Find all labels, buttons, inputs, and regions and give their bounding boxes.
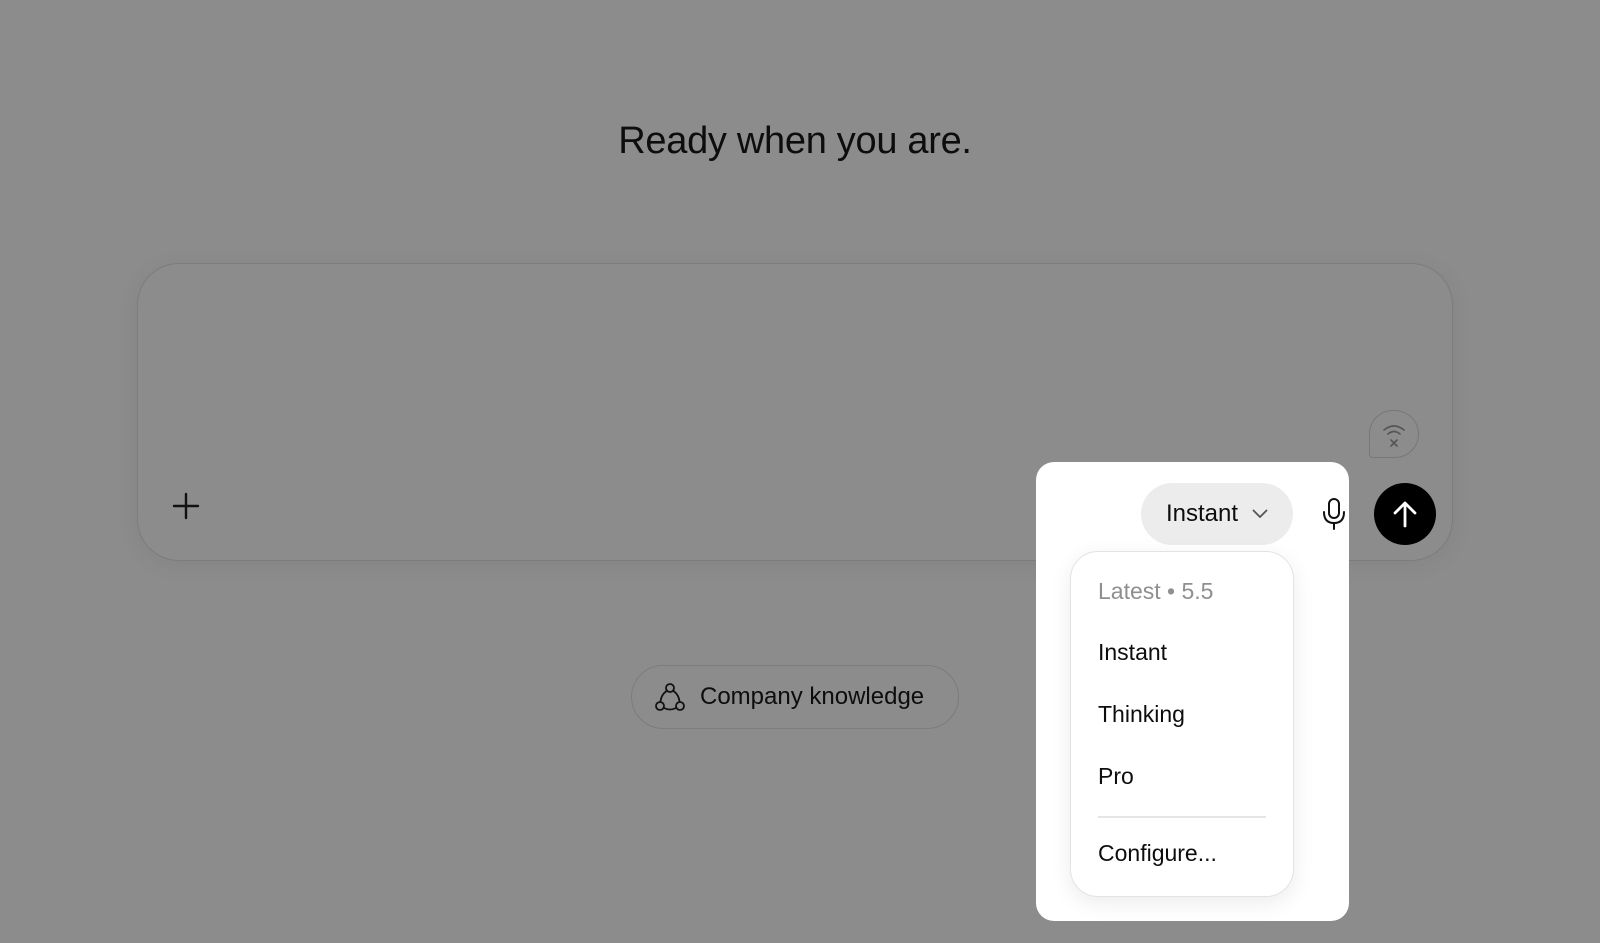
model-selector-button[interactable]: Instant [1141, 483, 1293, 545]
page-title: Ready when you are. [618, 120, 972, 162]
connectors-icon [655, 683, 685, 711]
company-knowledge-label: Company knowledge [700, 683, 925, 710]
microphone-icon [1323, 498, 1345, 530]
model-menu: Latest • 5.5 Instant Thinking Pro Config… [1070, 551, 1294, 897]
model-option-thinking[interactable]: Thinking [1098, 701, 1185, 728]
company-knowledge-button[interactable]: Company knowledge [631, 665, 959, 729]
configure-menu-item[interactable]: Configure... [1098, 840, 1217, 867]
model-selector-label: Instant [1165, 500, 1239, 527]
model-option-pro[interactable]: Pro [1098, 763, 1134, 790]
voice-input-button[interactable] [1314, 494, 1354, 534]
add-attachment-button[interactable] [166, 486, 206, 526]
connection-status[interactable] [1369, 410, 1419, 458]
model-menu-header: Latest • 5.5 [1098, 578, 1214, 604]
arrow-up-icon [1393, 501, 1417, 528]
model-option-instant[interactable]: Instant [1098, 639, 1167, 666]
send-button[interactable] [1374, 483, 1436, 545]
wifi-off-icon [1383, 425, 1405, 447]
chat-page: Ready when you are. Instant Latest • 5.5… [0, 0, 1600, 943]
menu-divider [1098, 816, 1266, 818]
chevron-down-icon [1252, 509, 1268, 518]
plus-icon [172, 492, 200, 520]
